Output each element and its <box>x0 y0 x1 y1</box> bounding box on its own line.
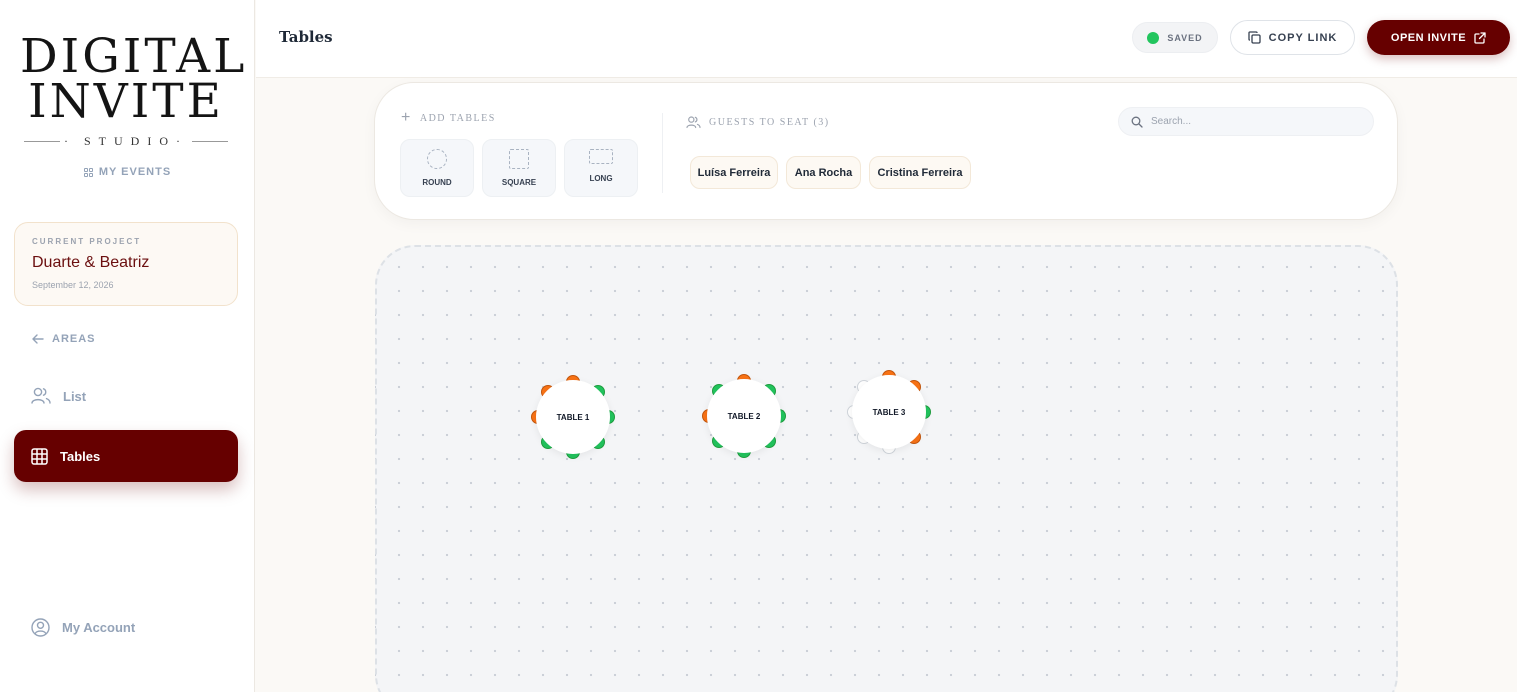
sidebar-item-tables[interactable]: Tables <box>14 430 238 482</box>
saved-status-label: SAVED <box>1167 32 1203 43</box>
logo-line-2: INVITE <box>28 74 224 129</box>
sidebar-item-list-label: List <box>63 388 87 404</box>
guest-search-input[interactable] <box>1151 116 1351 127</box>
round-table-icon <box>427 149 447 169</box>
table-toolbar: + ADD TABLES ROUND SQUARE LONG GUESTS TO… <box>374 82 1398 220</box>
current-project-name: Duarte & Beatriz <box>32 254 150 271</box>
long-label: LONG <box>589 174 613 183</box>
sidebar-item-tables-label: Tables <box>60 448 101 464</box>
guest-chip[interactable]: Cristina Ferreira <box>869 156 971 189</box>
brand-logo[interactable]: DIGITAL INVITE · STUDIO · <box>20 29 248 149</box>
seating-canvas[interactable]: TABLE 1 TABLE 2 TABLE 3 <box>375 245 1398 692</box>
saved-status-badge: SAVED <box>1132 22 1218 53</box>
toolbar-divider <box>662 113 663 193</box>
grid-icon <box>83 167 93 177</box>
copy-icon <box>1247 31 1261 44</box>
guest-search <box>1118 107 1374 136</box>
copy-link-label: COPY LINK <box>1268 31 1338 44</box>
sidebar-item-account[interactable]: My Account <box>14 601 238 653</box>
sidebar: DIGITAL INVITE · STUDIO · MY EVENTS CURR… <box>0 0 255 692</box>
users-icon <box>686 116 701 129</box>
page-title: Tables <box>279 28 333 46</box>
user-circle-icon <box>31 617 50 637</box>
round-label: ROUND <box>422 178 452 187</box>
open-invite-button[interactable]: OPEN INVITE <box>1367 20 1510 55</box>
square-label: SQUARE <box>501 178 537 187</box>
sidebar-item-list[interactable]: List <box>14 370 238 422</box>
add-square-table-button[interactable]: SQUARE <box>482 139 556 197</box>
add-round-table-button[interactable]: ROUND <box>400 139 474 197</box>
arrow-left-icon <box>32 334 44 344</box>
round-table[interactable]: TABLE 2 <box>707 379 781 453</box>
copy-link-button[interactable]: COPY LINK <box>1230 20 1355 55</box>
square-table-icon <box>509 149 529 169</box>
external-link-icon <box>1474 31 1486 44</box>
add-long-table-button[interactable]: LONG <box>564 139 638 197</box>
add-tables-heading: + ADD TABLES <box>401 109 496 127</box>
logo-line-1: DIGITAL <box>20 29 248 84</box>
my-events-link[interactable]: MY EVENTS <box>0 166 255 178</box>
current-project-card: CURRENT PROJECT Duarte & Beatriz Septemb… <box>14 222 238 306</box>
add-tables-label: ADD TABLES <box>419 112 496 124</box>
plus-icon: + <box>401 109 412 126</box>
round-table[interactable]: TABLE 1 <box>536 380 610 454</box>
top-header: Tables SAVED COPY LINK OPEN INVITE <box>256 0 1517 78</box>
back-to-areas-link[interactable]: AREAS <box>32 333 96 345</box>
current-project-date: September 12, 2026 <box>32 280 114 290</box>
guest-chip[interactable]: Luísa Ferreira <box>690 156 778 189</box>
logo-studio: · STUDIO · <box>20 134 232 149</box>
long-table-icon <box>589 149 613 164</box>
guests-to-seat-heading: GUESTS TO SEAT (3) <box>686 116 830 129</box>
search-icon <box>1131 116 1143 128</box>
account-label: My Account <box>62 619 136 635</box>
grid-table-icon <box>31 447 48 465</box>
back-label: AREAS <box>52 333 96 345</box>
logo-line-3: STUDIO <box>84 134 176 148</box>
guest-chip[interactable]: Ana Rocha <box>786 156 861 189</box>
round-table[interactable]: TABLE 3 <box>852 375 926 449</box>
my-events-label: MY EVENTS <box>98 166 172 178</box>
users-icon <box>31 387 51 404</box>
open-invite-label: OPEN INVITE <box>1390 31 1467 44</box>
saved-status-dot-icon <box>1147 31 1160 44</box>
current-project-label: CURRENT PROJECT <box>32 237 142 246</box>
guests-to-seat-label: GUESTS TO SEAT (3) <box>709 117 830 128</box>
